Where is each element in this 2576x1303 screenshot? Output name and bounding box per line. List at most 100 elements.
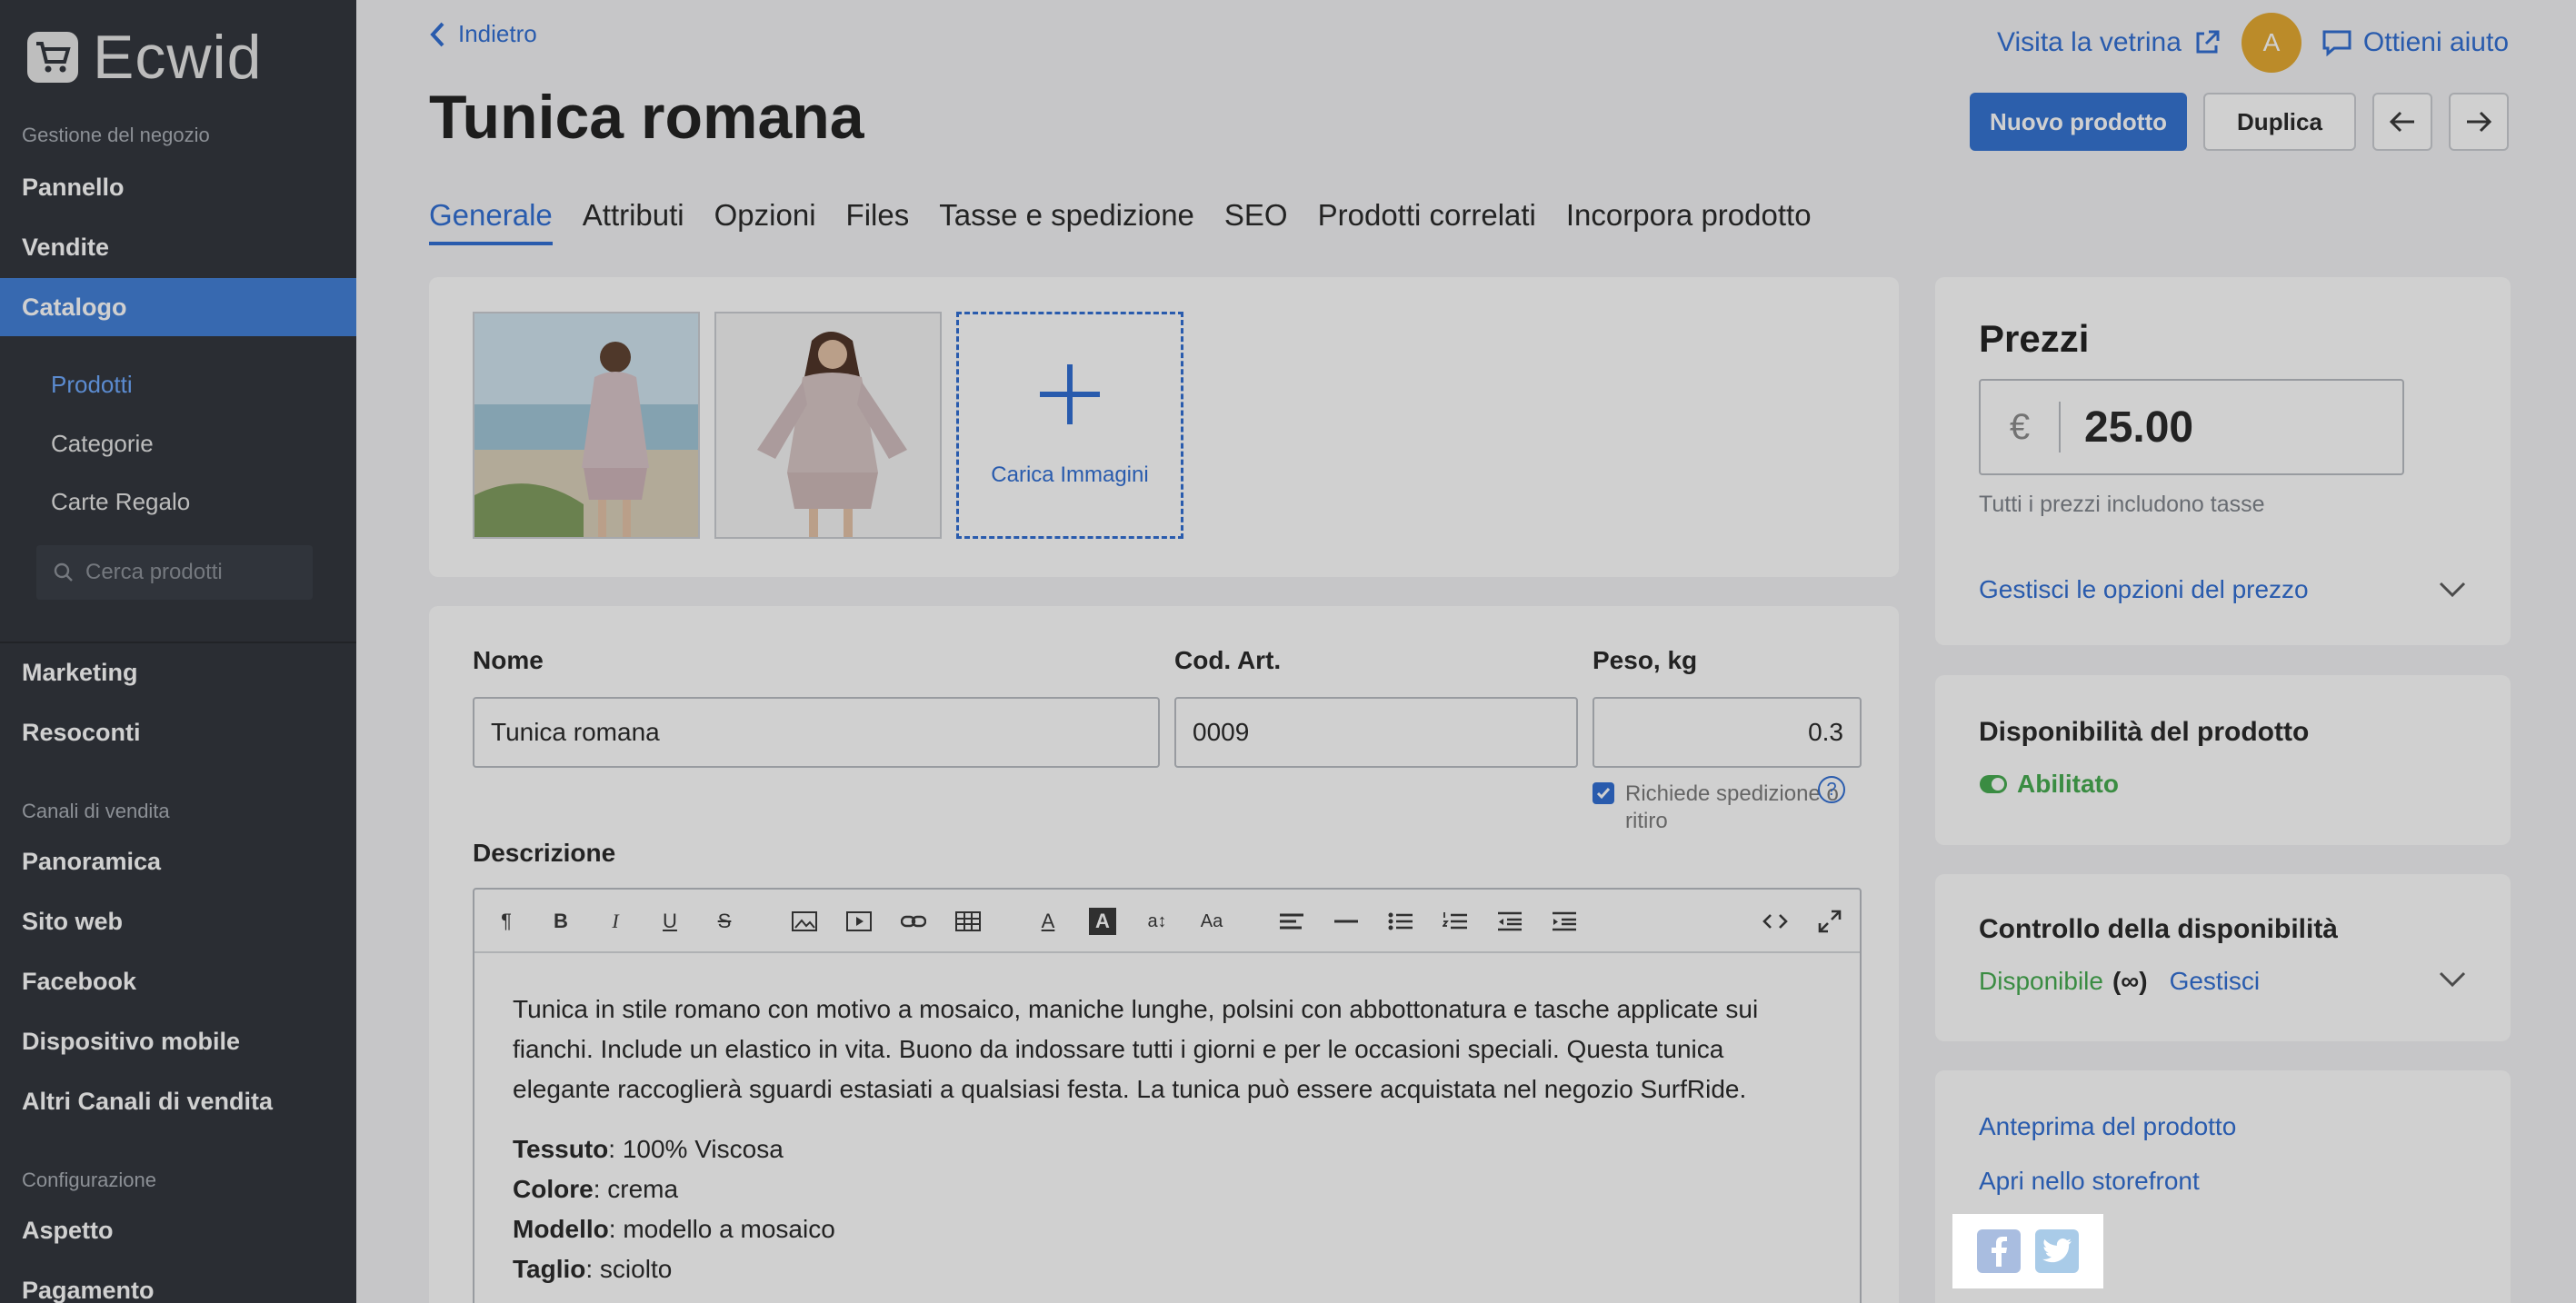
numbered-list-icon[interactable] (1442, 908, 1469, 935)
editor-content[interactable]: Tunica in stile romano con motivo a mosa… (474, 953, 1860, 1303)
stock-infinite: (∞) (2112, 967, 2148, 995)
help-icon[interactable]: ? (1818, 776, 1845, 803)
visit-store-link[interactable]: Visita la vetrina (1997, 27, 2222, 58)
font-family-icon[interactable]: Aa (1198, 908, 1225, 935)
sidebar-item-other-channels[interactable]: Altri Canali di vendita (0, 1072, 356, 1130)
manage-price-options-link[interactable]: Gestisci le opzioni del prezzo (1979, 575, 2309, 604)
main-content: Indietro Tunica romana Visita la vetrina… (356, 0, 2576, 1303)
new-product-button[interactable]: Nuovo prodotto (1970, 93, 2187, 151)
outdent-icon[interactable] (1496, 908, 1523, 935)
spec-value: : modello a mosaico (608, 1215, 835, 1243)
upload-images-button[interactable]: Carica Immagini (956, 312, 1183, 539)
twitter-icon[interactable] (2035, 1229, 2079, 1273)
tab-related-products[interactable]: Prodotti correlati (1318, 198, 1536, 245)
open-storefront-link[interactable]: Apri nello storefront (1979, 1167, 2200, 1196)
back-label: Indietro (458, 20, 537, 47)
currency-symbol: € (1981, 402, 2061, 453)
product-image-2[interactable] (714, 312, 942, 539)
sidebar-item-mobile[interactable]: Dispositivo mobile (0, 1012, 356, 1070)
chevron-down-icon[interactable] (2438, 970, 2467, 989)
spec-value: : crema (593, 1175, 679, 1203)
social-share (1952, 1214, 2103, 1288)
editor-toolbar: ¶ B I U S A A a↕ Aa (474, 890, 1860, 953)
text-color-icon[interactable]: A (1034, 908, 1062, 935)
avatar[interactable]: A (2241, 13, 2301, 73)
manage-stock-link[interactable]: Gestisci (2170, 967, 2261, 996)
availability-toggle[interactable]: Abilitato (1979, 770, 2119, 799)
fullscreen-icon[interactable] (1816, 908, 1843, 935)
sidebar-item-facebook[interactable]: Facebook (0, 952, 356, 1010)
chat-bubble-icon (2322, 30, 2351, 56)
previous-product-button[interactable] (2372, 93, 2432, 151)
stock-status-row: Disponibile (∞) Gestisci (1979, 967, 2260, 996)
image-icon[interactable] (791, 908, 818, 935)
spec-pattern: Modello: modello a mosaico (513, 1209, 1822, 1249)
weight-field[interactable] (1593, 697, 1862, 768)
checkbox-checked-icon[interactable] (1593, 782, 1614, 804)
logo-text: Ecwid (93, 23, 263, 92)
sidebar-heading-config: Configurazione (22, 1169, 156, 1191)
tab-options[interactable]: Opzioni (714, 198, 816, 245)
toggle-on-icon[interactable] (1979, 774, 2008, 794)
sidebar-item-sales[interactable]: Vendite (0, 218, 356, 276)
tab-tax-shipping[interactable]: Tasse e spedizione (939, 198, 1194, 245)
paragraph-icon[interactable]: ¶ (493, 908, 520, 935)
horizontal-rule-icon[interactable] (1333, 908, 1360, 935)
sidebar-item-payment[interactable]: Pagamento (0, 1261, 356, 1303)
background-color-icon[interactable]: A (1089, 908, 1116, 935)
availability-status: Abilitato (2017, 770, 2119, 798)
tab-attributes[interactable]: Attributi (583, 198, 684, 245)
page-title: Tunica romana (429, 83, 864, 152)
italic-icon[interactable]: I (602, 908, 629, 935)
bold-icon[interactable]: B (547, 908, 574, 935)
bullet-list-icon[interactable] (1387, 908, 1414, 935)
back-link[interactable]: Indietro (429, 20, 537, 48)
product-image-1[interactable] (473, 312, 700, 539)
product-search[interactable] (36, 545, 313, 600)
underline-icon[interactable]: U (656, 908, 684, 935)
table-icon[interactable] (954, 908, 982, 935)
sidebar-item-overview[interactable]: Panoramica (0, 832, 356, 890)
sidebar-item-dashboard[interactable]: Pannello (0, 158, 356, 216)
requires-shipping-checkbox[interactable]: Richiede spedizione o ritiro (1593, 781, 1843, 835)
product-search-input[interactable] (85, 560, 304, 585)
link-icon[interactable] (900, 908, 927, 935)
sidebar-item-website[interactable]: Sito web (0, 892, 356, 950)
duplicate-button[interactable]: Duplica (2203, 93, 2356, 151)
tab-files[interactable]: Files (846, 198, 910, 245)
sidebar-item-catalog[interactable]: Catalogo (0, 278, 356, 336)
product-availability-card: Disponibilità del prodotto Abilitato (1935, 675, 2511, 845)
facebook-icon[interactable] (1977, 1229, 2021, 1273)
sidebar-sub-gift-cards[interactable]: Carte Regalo (51, 488, 190, 516)
code-view-icon[interactable] (1762, 908, 1789, 935)
stock-title: Controllo della disponibilità (1979, 914, 2338, 944)
description-label: Descrizione (473, 839, 616, 867)
sku-field[interactable] (1174, 697, 1578, 768)
spec-color: Colore: crema (513, 1169, 1822, 1209)
product-tabs: Generale Attributi Opzioni Files Tasse e… (429, 198, 1812, 245)
ecwid-logo[interactable]: Ecwid (27, 22, 262, 93)
description-editor[interactable]: ¶ B I U S A A a↕ Aa Tunica in stile roma… (473, 888, 1862, 1303)
video-icon[interactable] (845, 908, 873, 935)
strikethrough-icon[interactable]: S (711, 908, 738, 935)
next-product-button[interactable] (2449, 93, 2509, 151)
sidebar-sub-products[interactable]: Prodotti (51, 371, 133, 399)
indent-icon[interactable] (1551, 908, 1578, 935)
sidebar-item-marketing[interactable]: Marketing (0, 643, 356, 701)
name-field[interactable] (473, 697, 1160, 768)
sidebar-sub-categories[interactable]: Categorie (51, 430, 154, 458)
price-field[interactable]: € 25.00 (1979, 379, 2404, 475)
help-link[interactable]: Ottieni aiuto (2321, 27, 2509, 58)
sidebar-heading-store: Gestione del negozio (22, 124, 210, 146)
preview-product-link[interactable]: Anteprima del prodotto (1979, 1112, 2236, 1141)
price-value[interactable]: 25.00 (2061, 403, 2193, 453)
tab-seo[interactable]: SEO (1224, 198, 1288, 245)
font-size-icon[interactable]: a↕ (1143, 908, 1171, 935)
sidebar-item-design[interactable]: Aspetto (0, 1201, 356, 1259)
pricing-card: Prezzi € 25.00 Tutti i prezzi includono … (1935, 277, 2511, 645)
align-icon[interactable] (1278, 908, 1305, 935)
tab-embed-product[interactable]: Incorpora prodotto (1566, 198, 1812, 245)
sidebar-item-reports[interactable]: Resoconti (0, 703, 356, 761)
chevron-down-icon[interactable] (2438, 581, 2467, 599)
tab-general[interactable]: Generale (429, 198, 553, 245)
